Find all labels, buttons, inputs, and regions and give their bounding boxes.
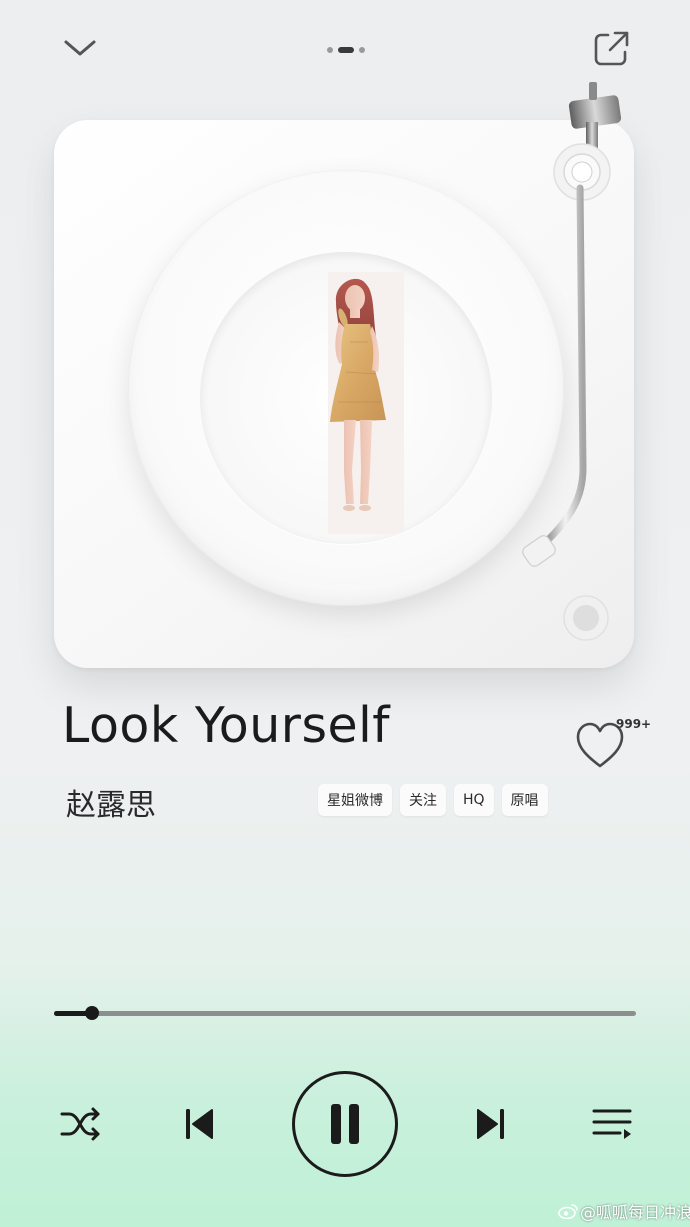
watermark-text: @呱呱每日冲浪 bbox=[580, 1203, 690, 1222]
page-dot bbox=[327, 47, 333, 53]
tag-follow[interactable]: 关注 bbox=[400, 784, 446, 816]
tag-hq[interactable]: HQ bbox=[454, 784, 494, 816]
skip-previous-icon bbox=[186, 1109, 213, 1139]
playlist-button[interactable] bbox=[586, 1098, 638, 1150]
shuffle-button[interactable] bbox=[54, 1098, 106, 1150]
previous-track-button[interactable] bbox=[172, 1098, 226, 1150]
page-dot bbox=[359, 47, 365, 53]
tag-original[interactable]: 原唱 bbox=[501, 784, 548, 816]
progress-bar[interactable] bbox=[54, 1011, 636, 1016]
share-icon bbox=[594, 31, 629, 66]
skip-next-icon bbox=[477, 1109, 504, 1139]
progress-thumb[interactable] bbox=[84, 1006, 99, 1020]
next-track-button[interactable] bbox=[464, 1098, 518, 1150]
share-button[interactable] bbox=[588, 26, 634, 72]
page-dot-active bbox=[338, 47, 354, 53]
weibo-icon bbox=[558, 1204, 578, 1219]
like-count: 999+ bbox=[616, 717, 652, 731]
playlist-icon bbox=[592, 1109, 632, 1139]
collapse-button[interactable] bbox=[58, 30, 102, 66]
artist-name[interactable]: 赵露思 bbox=[66, 780, 156, 824]
pause-icon bbox=[331, 1104, 359, 1144]
album-art-image bbox=[328, 272, 404, 534]
album-art-disc bbox=[200, 252, 492, 544]
page-indicator bbox=[320, 45, 372, 55]
song-title: Look Yourself bbox=[62, 697, 390, 754]
watermark: @呱呱每日冲浪 bbox=[558, 1199, 690, 1223]
chevron-down-icon bbox=[64, 40, 96, 56]
tag-weibo[interactable]: 星姐微博 bbox=[318, 784, 392, 816]
song-tags: 星姐微博 关注 HQ 原唱 bbox=[318, 784, 548, 816]
play-pause-button[interactable] bbox=[292, 1071, 398, 1177]
shuffle-icon bbox=[60, 1107, 100, 1141]
tonearm[interactable] bbox=[500, 78, 630, 658]
